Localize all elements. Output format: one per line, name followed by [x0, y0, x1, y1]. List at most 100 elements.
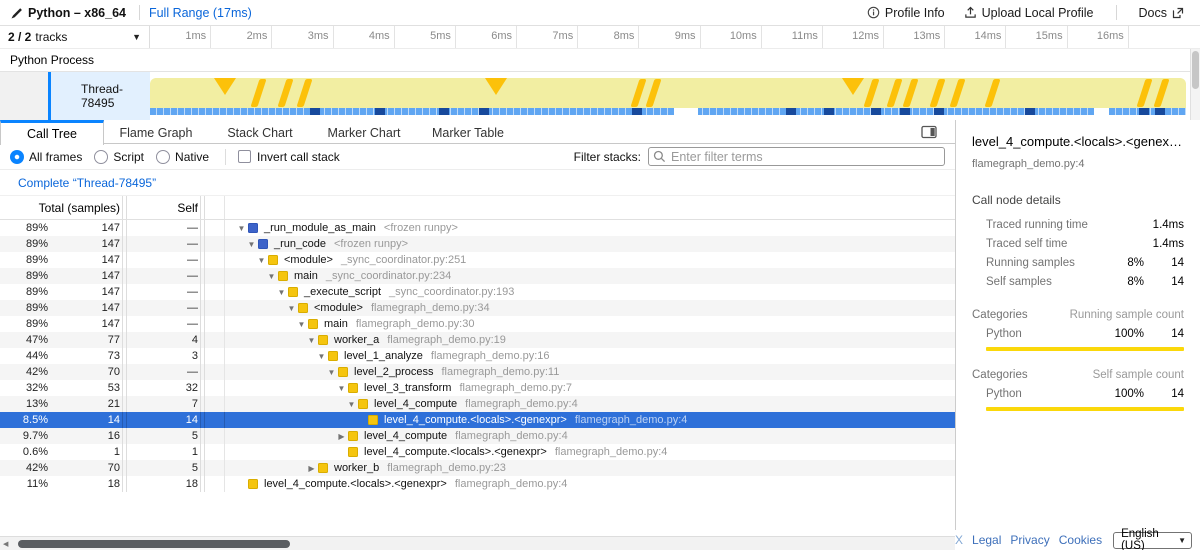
tab-call-tree[interactable]: Call Tree	[0, 120, 104, 145]
upload-profile-button[interactable]: Upload Local Profile	[958, 6, 1100, 20]
column-divider[interactable]	[200, 196, 205, 219]
edit-pencil-icon[interactable]	[10, 6, 24, 20]
python-frame-icon	[348, 431, 358, 441]
expand-arrow-icon[interactable]: ▶	[305, 464, 318, 473]
profile-info-button[interactable]: Profile Info	[861, 6, 951, 20]
category-value: 14	[1144, 328, 1184, 340]
scrollbar-thumb[interactable]	[1192, 51, 1199, 89]
filter-controls: All frames Script Native Invert call stack…	[0, 144, 955, 170]
table-row[interactable]: 89%147—▼_execute_script_sync_coordinator…	[0, 284, 955, 300]
table-row[interactable]: 0.6%11level_4_compute.<locals>.<genexpr>…	[0, 444, 955, 460]
expand-arrow-icon[interactable]: ▼	[315, 352, 328, 361]
track-marker-icon	[863, 79, 879, 107]
frame-filter-radio-all-frames[interactable]: All frames	[10, 150, 82, 164]
horizontal-scrollbar[interactable]: ◀	[0, 536, 955, 550]
self-column-header[interactable]: Self	[129, 201, 198, 215]
table-row[interactable]: 89%147—▼_run_code<frozen runpy>	[0, 236, 955, 252]
table-row[interactable]: 32%5332▼level_3_transformflamegraph_demo…	[0, 380, 955, 396]
tab-marker-chart[interactable]: Marker Chart	[312, 120, 416, 143]
track-marker-icon	[985, 79, 1001, 107]
expand-arrow-icon[interactable]: ▼	[325, 368, 338, 377]
radio-button[interactable]	[94, 150, 108, 164]
full-range-link[interactable]: Full Range (17ms)	[149, 6, 252, 20]
self-cell: —	[129, 270, 198, 282]
tracks-vertical-scrollbar[interactable]	[1190, 49, 1200, 120]
expand-arrow-icon[interactable]: ▼	[245, 240, 258, 249]
table-row[interactable]: 89%147—▼mainflamegraph_demo.py:30	[0, 316, 955, 332]
table-row[interactable]: 42%70—▼level_2_processflamegraph_demo.py…	[0, 364, 955, 380]
tab-marker-table[interactable]: Marker Table	[416, 120, 520, 143]
time-ruler-ticks[interactable]: 1ms2ms3ms4ms5ms6ms7ms8ms9ms10ms11ms12ms1…	[150, 26, 1190, 48]
self-cell: —	[129, 254, 198, 266]
language-select[interactable]: English (US) ▼	[1113, 532, 1192, 549]
self-cell: —	[129, 222, 198, 234]
file-reference: flamegraph_demo.py:11	[442, 366, 560, 378]
categories-header: CategoriesSelf sample count	[972, 365, 1184, 384]
tree-cell: level_4_compute.<locals>.<genexpr>flameg…	[225, 444, 955, 460]
function-name: _run_code	[274, 238, 326, 250]
tracks-dropdown-button[interactable]: 2 / 2 tracks ▼	[0, 26, 150, 48]
invert-call-stack-toggle[interactable]: Invert call stack	[238, 150, 340, 164]
thread-track-row[interactable]: Thread-78495	[0, 72, 1200, 121]
file-reference: flamegraph_demo.py:16	[431, 350, 550, 362]
process-track-row[interactable]: Python Process	[0, 49, 1200, 72]
detail-value: 14	[1144, 276, 1184, 288]
total-samples-column-header[interactable]: Total (samples)	[0, 201, 120, 215]
total-percent-cell: 44%	[0, 350, 48, 362]
expand-arrow-icon[interactable]: ▼	[305, 336, 318, 345]
footer-link-privacy[interactable]: Privacy	[1010, 533, 1049, 547]
expand-arrow-icon[interactable]: ▼	[285, 304, 298, 313]
invert-call-stack-checkbox[interactable]	[238, 150, 251, 163]
thread-activity-graph[interactable]	[150, 72, 1190, 120]
sidebar-toggle-icon[interactable]	[921, 125, 937, 139]
expand-arrow-icon[interactable]: ▼	[345, 400, 358, 409]
radio-button[interactable]	[156, 150, 170, 164]
native-frame-icon	[248, 223, 258, 233]
function-name: level_3_transform	[364, 382, 451, 394]
table-row[interactable]: 42%705▶worker_bflamegraph_demo.py:23	[0, 460, 955, 476]
column-divider	[200, 284, 205, 300]
radio-button[interactable]	[10, 150, 24, 164]
docs-link[interactable]: Docs	[1133, 6, 1190, 20]
total-percent-cell: 89%	[0, 270, 48, 282]
expand-arrow-icon[interactable]: ▼	[275, 288, 288, 297]
expand-arrow-icon[interactable]: ▶	[335, 432, 348, 441]
table-row[interactable]: 8.5%1414level_4_compute.<locals>.<genexp…	[0, 412, 955, 428]
table-row[interactable]: 11%1818level_4_compute.<locals>.<genexpr…	[0, 476, 955, 492]
profile-title[interactable]: Python – x86_64	[28, 6, 126, 20]
table-row[interactable]: 89%147—▼<module>flamegraph_demo.py:34	[0, 300, 955, 316]
breadcrumb-root-link[interactable]: Complete “Thread-78495”	[18, 176, 156, 190]
scroll-left-arrow-icon[interactable]: ◀	[3, 540, 8, 548]
table-row[interactable]: 47%774▼worker_aflamegraph_demo.py:19	[0, 332, 955, 348]
expand-arrow-icon[interactable]: ▼	[255, 256, 268, 265]
expand-arrow-icon[interactable]: ▼	[335, 384, 348, 393]
frame-filter-radio-native[interactable]: Native	[156, 150, 209, 164]
track-marker-icon	[930, 79, 946, 107]
track-marker-icon	[886, 79, 902, 107]
table-row[interactable]: 13%217▼level_4_computeflamegraph_demo.py…	[0, 396, 955, 412]
tab-stack-chart[interactable]: Stack Chart	[208, 120, 312, 143]
total-samples-cell: 16	[48, 430, 120, 442]
total-samples-cell: 147	[48, 270, 120, 282]
self-cell: 7	[129, 398, 198, 410]
table-row[interactable]: 9.7%165▶level_4_computeflamegraph_demo.p…	[0, 428, 955, 444]
table-row[interactable]: 89%147—▼<module>_sync_coordinator.py:251	[0, 252, 955, 268]
frame-filter-radio-script[interactable]: Script	[94, 150, 144, 164]
table-row[interactable]: 89%147—▼main_sync_coordinator.py:234	[0, 268, 955, 284]
filter-stacks-input[interactable]	[648, 147, 945, 166]
footer-link-legal[interactable]: Legal	[972, 533, 1001, 547]
scrollbar-thumb[interactable]	[18, 540, 290, 548]
detail-percent: 8%	[1108, 257, 1144, 269]
total-samples-cell: 70	[48, 462, 120, 474]
footer-link-cookies[interactable]: Cookies	[1059, 533, 1102, 547]
tab-flame-graph[interactable]: Flame Graph	[104, 120, 208, 143]
tree-cell: ▼mainflamegraph_demo.py:30	[225, 316, 955, 332]
expand-arrow-icon[interactable]: ▼	[265, 272, 278, 281]
table-row[interactable]: 89%147—▼_run_module_as_main<frozen runpy…	[0, 220, 955, 236]
expand-arrow-icon[interactable]: ▼	[235, 224, 248, 233]
thread-track-label[interactable]: Thread-78495	[51, 72, 150, 120]
column-divider[interactable]	[122, 196, 127, 219]
close-banner-button[interactable]: X	[955, 533, 963, 547]
expand-arrow-icon[interactable]: ▼	[295, 320, 308, 329]
table-row[interactable]: 44%733▼level_1_analyzeflamegraph_demo.py…	[0, 348, 955, 364]
